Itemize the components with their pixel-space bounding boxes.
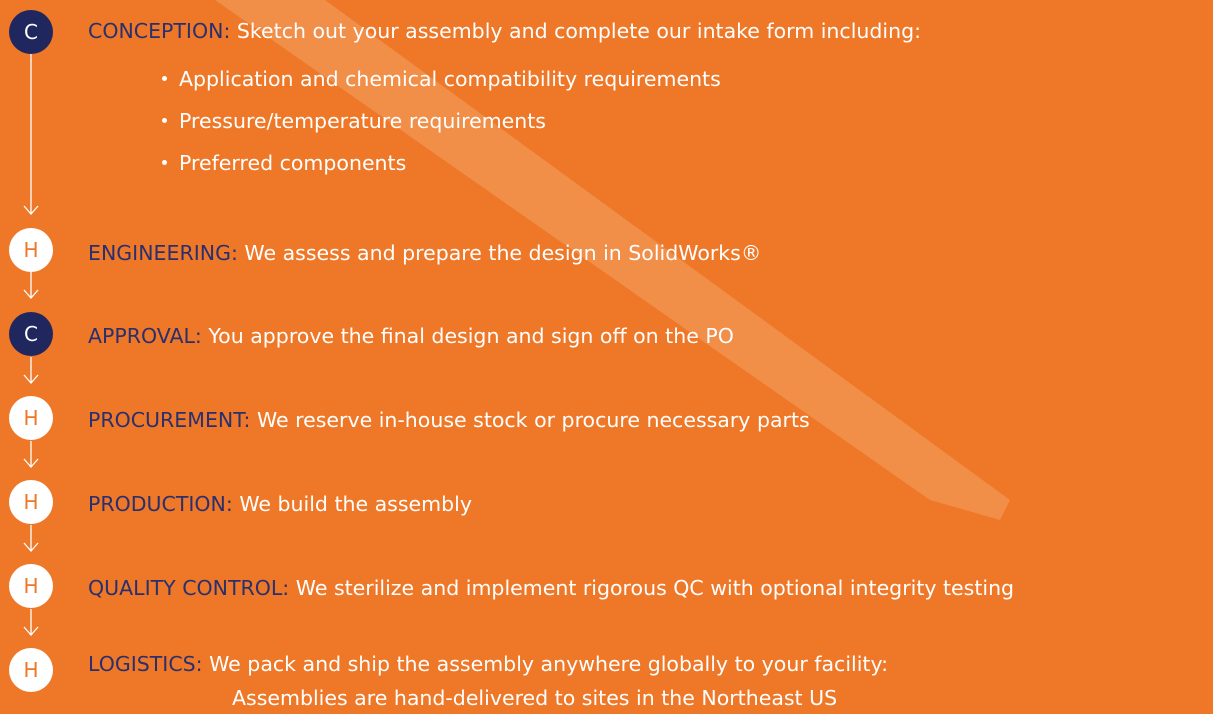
step-description: We reserve in-house stock or procure nec…	[256, 408, 810, 432]
bullet-text: Pressure/temperature requirements	[179, 109, 546, 133]
step-keyword: QUALITY CONTROL:	[88, 576, 290, 600]
step-logistics: LOGISTICS: We pack and ship the assembly…	[88, 651, 888, 677]
step-badge-approval: C	[9, 312, 53, 356]
step-description: We pack and ship the assembly anywhere g…	[209, 652, 889, 676]
step-keyword: APPROVAL:	[88, 324, 202, 348]
step-badge-procurement: H	[9, 396, 53, 440]
list-item: Application and chemical compatibility r…	[162, 66, 721, 108]
step-description: We sterilize and implement rigorous QC w…	[295, 576, 1015, 600]
bullet-icon	[162, 75, 167, 81]
list-item: Pressure/temperature requirements	[162, 108, 721, 150]
step-keyword: LOGISTICS:	[88, 652, 203, 676]
step-badge-logistics: H	[9, 648, 53, 692]
step-procurement: PROCUREMENT: We reserve in-house stock o…	[88, 407, 810, 433]
step-keyword: ENGINEERING:	[88, 241, 238, 265]
flow-connector	[23, 54, 39, 636]
step-description: We assess and prepare the design in Soli…	[244, 241, 762, 265]
step-keyword: PRODUCTION:	[88, 492, 233, 516]
conception-bullet-list: Application and chemical compatibility r…	[162, 66, 721, 192]
bullet-icon	[162, 159, 167, 165]
logistics-note: Assemblies are hand-delivered to sites i…	[232, 686, 838, 710]
step-approval: APPROVAL: You approve the final design a…	[88, 323, 734, 349]
step-description: Sketch out your assembly and complete ou…	[236, 19, 922, 43]
bullet-text: Preferred components	[179, 151, 407, 175]
step-engineering: ENGINEERING: We assess and prepare the d…	[88, 240, 761, 266]
step-conception: CONCEPTION: Sketch out your assembly and…	[88, 18, 921, 44]
step-quality-control: QUALITY CONTROL: We sterilize and implem…	[88, 575, 1014, 601]
step-badge-production: H	[9, 480, 53, 524]
bullet-text: Application and chemical compatibility r…	[179, 67, 721, 91]
step-keyword: CONCEPTION:	[88, 19, 231, 43]
step-badge-quality-control: H	[9, 564, 53, 608]
step-description: You approve the final design and sign of…	[208, 324, 734, 348]
step-keyword: PROCUREMENT:	[88, 408, 251, 432]
list-item: Preferred components	[162, 150, 721, 192]
step-production: PRODUCTION: We build the assembly	[88, 491, 472, 517]
step-badge-conception: C	[9, 10, 53, 54]
step-description: We build the assembly	[239, 492, 472, 516]
step-badge-engineering: H	[9, 228, 53, 272]
bullet-icon	[162, 117, 167, 123]
